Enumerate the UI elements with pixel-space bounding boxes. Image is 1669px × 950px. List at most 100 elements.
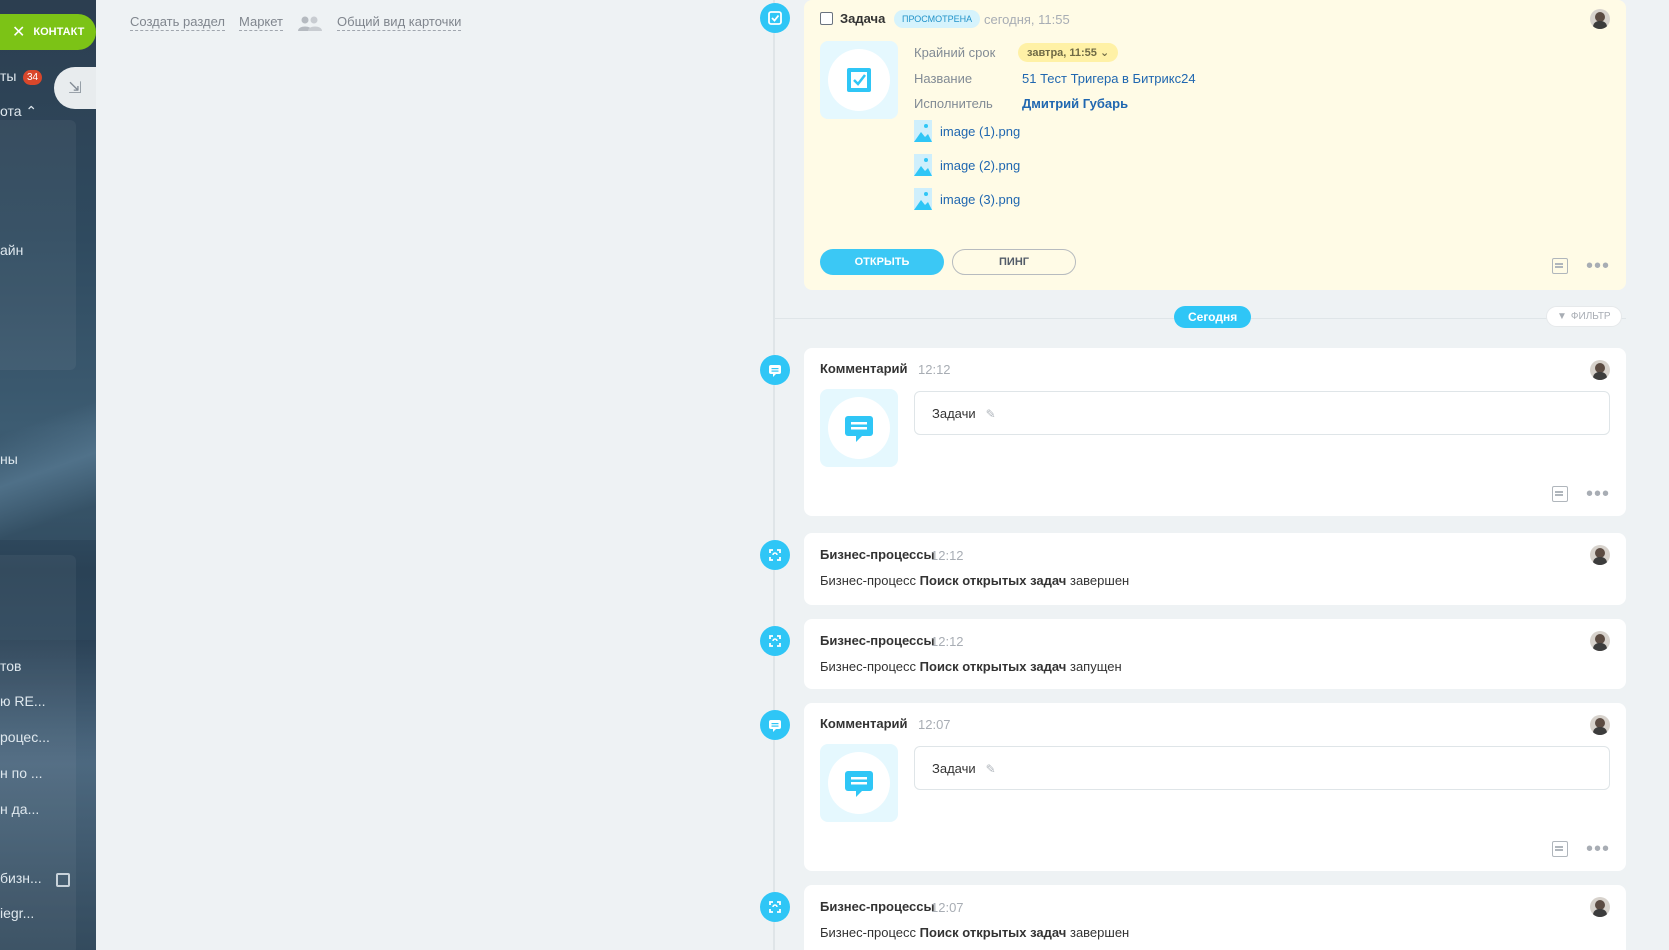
business-process-icon bbox=[769, 635, 781, 647]
comment-content[interactable]: Задачи ✎ bbox=[914, 746, 1610, 790]
image-file-icon bbox=[914, 188, 932, 210]
card-actions: ••• bbox=[1551, 256, 1610, 276]
assignee-link[interactable]: Дмитрий Губарь bbox=[1022, 96, 1128, 111]
task-card: Задача просмотрена сегодня, 11:55 Крайни… bbox=[804, 0, 1626, 290]
bp-title: Бизнес-процессы bbox=[820, 899, 935, 914]
avatar[interactable] bbox=[1590, 9, 1610, 29]
bp-time: 12:12 bbox=[931, 634, 964, 649]
pencil-icon[interactable]: ✎ bbox=[986, 407, 998, 421]
bp-description: Бизнес-процесс Поиск открытых задач заве… bbox=[820, 925, 1130, 940]
card-actions: ••• bbox=[1551, 484, 1610, 504]
assignee-label: Исполнитель bbox=[914, 96, 993, 111]
comment-title: Комментарий bbox=[820, 716, 908, 731]
comment-icon bbox=[769, 720, 781, 732]
printer-icon[interactable] bbox=[56, 873, 70, 887]
task-timeline-icon bbox=[760, 3, 790, 33]
comment-bubble-icon bbox=[845, 416, 873, 442]
task-complete-checkbox[interactable] bbox=[820, 12, 833, 25]
file-attachment[interactable]: image (3).png bbox=[914, 188, 1020, 210]
task-icon bbox=[847, 68, 871, 92]
image-file-icon bbox=[914, 154, 932, 176]
business-process-icon bbox=[769, 549, 781, 561]
comment-bubble-icon bbox=[845, 771, 873, 797]
more-icon[interactable]: ••• bbox=[1586, 256, 1610, 276]
bp-description: Бизнес-процесс Поиск открытых задач заве… bbox=[820, 573, 1130, 588]
status-badge: просмотрена bbox=[894, 10, 981, 28]
sidebar-item[interactable]: н по ... bbox=[0, 765, 43, 781]
task-time: сегодня, 11:55 bbox=[984, 12, 1070, 27]
comment-title: Комментарий bbox=[820, 361, 908, 376]
avatar[interactable] bbox=[1590, 631, 1610, 651]
card-view-link[interactable]: Общий вид карточки bbox=[337, 14, 462, 31]
chevron-up-icon: ⌃ bbox=[25, 103, 38, 119]
comment-icon bbox=[769, 365, 781, 377]
pencil-icon[interactable]: ✎ bbox=[986, 762, 998, 776]
comment-time: 12:07 bbox=[918, 717, 951, 732]
sidebar-item[interactable]: ота ⌃ bbox=[0, 103, 37, 120]
bp-time: 12:12 bbox=[931, 548, 964, 563]
deadline-dropdown[interactable]: завтра, 11:55 ⌄ bbox=[1018, 43, 1119, 62]
file-attachment[interactable]: image (2).png bbox=[914, 154, 1020, 176]
bp-timeline-icon bbox=[760, 540, 790, 570]
task-title: Задача bbox=[840, 11, 886, 26]
collapse-panel-button[interactable]: ⇲ bbox=[54, 67, 96, 109]
ping-button[interactable]: пинг bbox=[952, 249, 1076, 275]
counter-badge: 34 bbox=[23, 70, 43, 85]
sidebar-item[interactable]: н да... bbox=[0, 801, 39, 817]
comment-card: Комментарий 12:12 Задачи ✎ ••• bbox=[804, 348, 1626, 516]
chevron-down-icon: ⌄ bbox=[1099, 47, 1110, 59]
sidebar-item[interactable]: роцес... bbox=[0, 729, 50, 745]
task-big-icon bbox=[820, 41, 898, 119]
bp-title: Бизнес-процессы bbox=[820, 547, 935, 562]
sidebar-item[interactable]: ты bbox=[0, 68, 16, 84]
contact-button[interactable]: ✕ КОНТАКТ bbox=[0, 14, 96, 50]
sidebar-item[interactable]: бизн... bbox=[0, 870, 42, 886]
bp-timeline-icon bbox=[760, 892, 790, 922]
avatar[interactable] bbox=[1590, 715, 1610, 735]
note-icon[interactable] bbox=[1551, 486, 1568, 502]
timeline-line bbox=[773, 0, 775, 950]
bp-time: 12:07 bbox=[931, 900, 964, 915]
business-process-icon bbox=[769, 901, 781, 913]
card-actions: ••• bbox=[1551, 839, 1610, 859]
create-section-link[interactable]: Создать раздел bbox=[130, 14, 225, 31]
comment-big-icon bbox=[820, 744, 898, 822]
more-icon[interactable]: ••• bbox=[1586, 839, 1610, 859]
comment-time: 12:12 bbox=[918, 362, 951, 377]
deadline-label: Крайний срок bbox=[914, 45, 996, 60]
sidebar-item[interactable]: тов bbox=[0, 658, 21, 674]
comment-content[interactable]: Задачи ✎ bbox=[914, 391, 1610, 435]
market-link[interactable]: Маркет bbox=[238, 14, 284, 31]
open-task-button[interactable]: открыть bbox=[820, 249, 944, 275]
comment-big-icon bbox=[820, 389, 898, 467]
sidebar-item[interactable]: ю RE... bbox=[0, 693, 46, 709]
task-name-link[interactable]: 51 Тест Тригера в Битрикс24 bbox=[1022, 71, 1196, 86]
arrow-down-right-icon: ⇲ bbox=[68, 80, 82, 97]
avatar[interactable] bbox=[1590, 360, 1610, 380]
top-links-bar: Создать раздел Маркет Общий вид карточки bbox=[130, 14, 462, 31]
business-process-card: Бизнес-процессы 12:12 Бизнес-процесс Пои… bbox=[804, 619, 1626, 689]
people-icon bbox=[298, 16, 323, 31]
bp-description: Бизнес-процесс Поиск открытых задач запу… bbox=[820, 659, 1122, 674]
avatar[interactable] bbox=[1590, 897, 1610, 917]
sidebar-item[interactable]: ны bbox=[0, 451, 18, 467]
note-icon[interactable] bbox=[1551, 258, 1568, 274]
sidebar-item[interactable]: айн bbox=[0, 242, 23, 258]
file-attachment[interactable]: image (1).png bbox=[914, 120, 1020, 142]
business-process-card: Бизнес-процессы 12:12 Бизнес-процесс Пои… bbox=[804, 533, 1626, 605]
close-icon: ✕ bbox=[12, 24, 26, 41]
comment-timeline-icon bbox=[760, 710, 790, 740]
image-file-icon bbox=[914, 120, 932, 142]
filter-icon: ▼ bbox=[1557, 311, 1567, 322]
background-mountain bbox=[0, 400, 96, 540]
note-icon[interactable] bbox=[1551, 841, 1568, 857]
name-label: Название bbox=[914, 71, 973, 86]
comment-card: Комментарий 12:07 Задачи ✎ ••• bbox=[804, 703, 1626, 871]
filter-button[interactable]: ▼ фильтр bbox=[1546, 306, 1622, 327]
more-icon[interactable]: ••• bbox=[1586, 484, 1610, 504]
left-sidebar-panel: ✕ КОНТАКТ ты 34 ота ⌃ айн ны тов ю RE...… bbox=[0, 0, 96, 950]
avatar[interactable] bbox=[1590, 545, 1610, 565]
sidebar-item[interactable]: iegr... bbox=[0, 905, 34, 921]
bp-timeline-icon bbox=[760, 626, 790, 656]
today-badge: Сегодня bbox=[1174, 306, 1252, 328]
